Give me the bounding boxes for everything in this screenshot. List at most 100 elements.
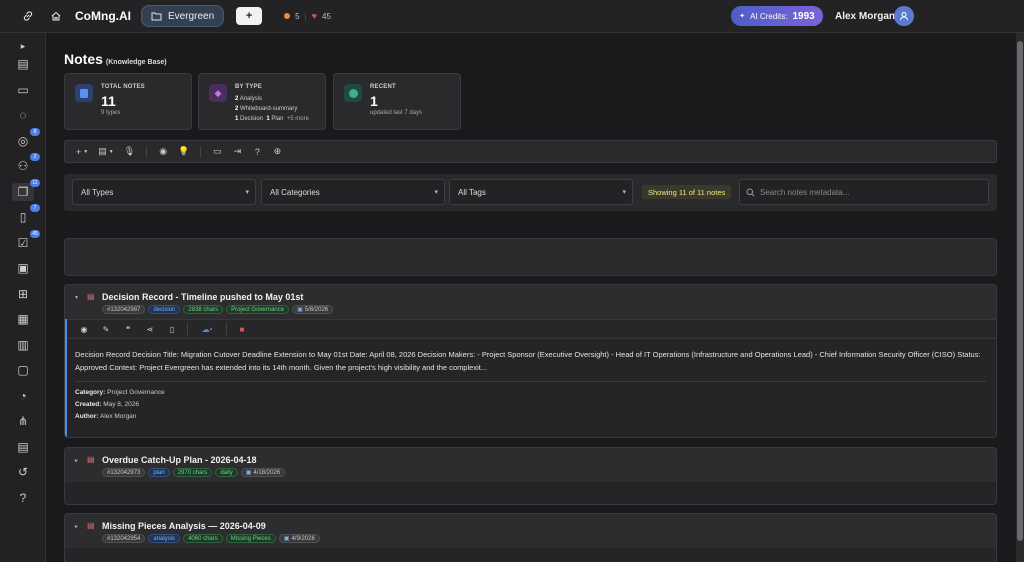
open-folder-button[interactable]: ▭ xyxy=(209,144,225,160)
sidebar-item-document[interactable]: ▯ 7 xyxy=(12,204,40,226)
note-header[interactable]: ▸ ▤ Overdue Catch-Up Plan - 2026-04-18 #… xyxy=(65,448,996,482)
note-date: 5/8/2026 xyxy=(304,306,329,313)
sidebar-item-head-gear[interactable]: ◔ xyxy=(12,387,34,405)
note-category-tag[interactable]: Project Governance xyxy=(226,305,290,314)
note-header[interactable]: ▸ ▤ Missing Pieces Analysis — 2026-04-09… xyxy=(65,514,996,548)
chevron-down-icon: ▴ xyxy=(209,326,213,332)
sidebar-badge: 11 xyxy=(30,178,40,187)
insight-button[interactable]: 💡 xyxy=(175,144,192,160)
note-title[interactable]: Overdue Catch-Up Plan - 2026-04-18 xyxy=(102,455,257,465)
ai-credits-badge[interactable]: ✦ AI Credits: 1993 xyxy=(731,6,823,26)
category-filter-value: All Categories xyxy=(270,187,320,197)
sidebar-item-copy[interactable]: ❐ 11 xyxy=(12,178,40,201)
calendar-icon: ▣ xyxy=(283,536,290,542)
more-types-link[interactable]: +5 more xyxy=(287,116,309,122)
microphone-button[interactable]: 🎙 xyxy=(121,144,138,160)
sidebar-item-form[interactable]: ▤ xyxy=(12,438,34,456)
clock-icon xyxy=(344,84,362,102)
project-selector-button[interactable]: Evergreen xyxy=(141,5,225,27)
view-button[interactable]: ◉ xyxy=(155,144,171,160)
message-icon: ▭ xyxy=(17,82,29,97)
notification-stats[interactable]: 5 | ♥ 45 xyxy=(284,11,331,21)
note-card[interactable]: ▸ ▤ Overdue Catch-Up Plan - 2026-04-18 #… xyxy=(64,447,997,505)
notes-stack-icon xyxy=(75,84,93,102)
showing-count: Showing 11 of 11 notes xyxy=(642,185,732,199)
history-icon: ↺ xyxy=(17,465,29,479)
note-title[interactable]: Missing Pieces Analysis — 2026-04-09 xyxy=(102,521,266,531)
sidebar-item-lightbulb[interactable]: ◌ xyxy=(12,106,34,124)
link-icon[interactable] xyxy=(17,5,39,27)
note-type-tag[interactable]: plan xyxy=(148,468,170,477)
orange-dot-icon xyxy=(284,13,291,19)
note-card-expanded[interactable]: ▾ ▤ Decision Record - Timeline pushed to… xyxy=(64,284,997,438)
copy-note-button[interactable]: ▯ xyxy=(165,322,179,336)
note-title[interactable]: Decision Record - Timeline pushed to May… xyxy=(102,292,303,302)
sidebar-item-hierarchy[interactable]: ⊞ xyxy=(12,285,34,303)
brain-icon: ☁ xyxy=(201,324,210,334)
toolbar-divider xyxy=(146,145,148,158)
type-count: 1 xyxy=(235,116,239,122)
note-card[interactable]: ▸ ▤ Missing Pieces Analysis — 2026-04-09… xyxy=(64,513,997,562)
type-name: Decision xyxy=(240,116,264,122)
by-type-label: BY TYPE xyxy=(235,84,262,90)
note-category-tag[interactable]: daily xyxy=(215,468,238,477)
note-type-tag[interactable]: decision xyxy=(148,305,181,314)
home-icon[interactable] xyxy=(45,5,67,27)
sidebar-item-history[interactable]: ↺ xyxy=(12,463,34,481)
sidebar-item-team[interactable]: ⚇ 2 xyxy=(12,153,40,175)
sidebar-item-report[interactable]: ▢ xyxy=(12,361,34,379)
scroll-thumb[interactable] xyxy=(1017,41,1023,541)
question-icon: ? xyxy=(254,146,260,157)
ai-menu-button[interactable]: ☁ ▴ xyxy=(196,322,218,336)
tag-filter-select[interactable]: All Tags ▾ xyxy=(449,179,633,205)
help-button[interactable]: ? xyxy=(249,144,265,160)
sidebar-item-message[interactable]: ▭ xyxy=(12,81,34,99)
sidebar-item-notes-edit[interactable]: ▤ xyxy=(12,55,34,73)
template-dropdown[interactable]: ▤ ▼ xyxy=(95,144,116,160)
edit-note-button[interactable]: ✎ xyxy=(99,322,113,336)
search-input[interactable]: Search notes metadata... xyxy=(739,179,989,205)
share-note-button[interactable]: ⋖ xyxy=(143,322,157,336)
comment-note-button[interactable]: ❝ xyxy=(121,322,135,336)
total-notes-card: TOTAL NOTES 11 9 types xyxy=(64,73,192,130)
sidebar-item-briefcase-clock[interactable]: ▣ xyxy=(12,259,34,277)
sidebar-item-flow[interactable]: ⋔ xyxy=(12,412,34,430)
checklist-icon: ☑ xyxy=(17,235,29,250)
category-filter-select[interactable]: All Categories ▾ xyxy=(261,179,445,205)
note-category-tag[interactable]: Missing Pieces xyxy=(225,534,276,543)
expand-caret-icon[interactable]: ▸ xyxy=(75,457,78,464)
meta-label: Category: xyxy=(75,389,106,396)
zoom-button[interactable]: ⊕ xyxy=(269,144,285,160)
view-note-button[interactable]: ◉ xyxy=(77,322,91,336)
sidebar-item-kanban[interactable]: ▥ xyxy=(12,336,34,354)
pencil-icon: ✎ xyxy=(102,324,110,334)
avatar[interactable] xyxy=(894,6,914,26)
sidebar-expand-button[interactable]: ▸ xyxy=(12,37,34,55)
collapse-caret-icon[interactable]: ▾ xyxy=(75,294,78,301)
sidebar-item-help[interactable]: ? xyxy=(12,489,34,507)
type-filter-select[interactable]: All Types ▾ xyxy=(72,179,256,205)
export-button[interactable]: ⇥ xyxy=(229,144,245,160)
delete-note-button[interactable]: ■ xyxy=(235,322,249,336)
brand-logo-text[interactable]: CoMng.AI xyxy=(75,9,131,23)
note-type-tag[interactable]: analysis xyxy=(148,534,181,543)
note-chars-tag: 4060 chars xyxy=(183,534,223,543)
team-icon: ⚇ xyxy=(17,159,29,173)
compass-icon: ◎ xyxy=(17,133,29,148)
add-note-dropdown[interactable]: + ▼ xyxy=(73,144,91,160)
calendar-icon: ▣ xyxy=(245,470,252,476)
tag-filter-value: All Tags xyxy=(458,187,486,197)
sidebar-item-compass[interactable]: ◎ 8 xyxy=(12,127,40,150)
add-button[interactable]: + xyxy=(236,7,263,25)
page-title-text: Notes xyxy=(64,51,103,67)
user-name[interactable]: Alex Morgan xyxy=(835,11,895,22)
actions-divider xyxy=(226,323,227,335)
expand-caret-icon[interactable]: ▸ xyxy=(75,523,78,530)
sidebar-item-calendar[interactable]: ▦ xyxy=(12,310,34,328)
sidebar-item-checklist[interactable]: ☑ 45 xyxy=(12,229,40,252)
note-header[interactable]: ▾ ▤ Decision Record - Timeline pushed to… xyxy=(65,285,996,319)
meta-value: Alex Morgan xyxy=(99,413,137,420)
tags-icon: ◆ xyxy=(209,84,227,102)
main-scrollbar[interactable] xyxy=(1016,33,1024,562)
note-actions: ◉ ✎ ❝ ⋖ ▯ ☁ ▴ ■ xyxy=(65,319,996,339)
